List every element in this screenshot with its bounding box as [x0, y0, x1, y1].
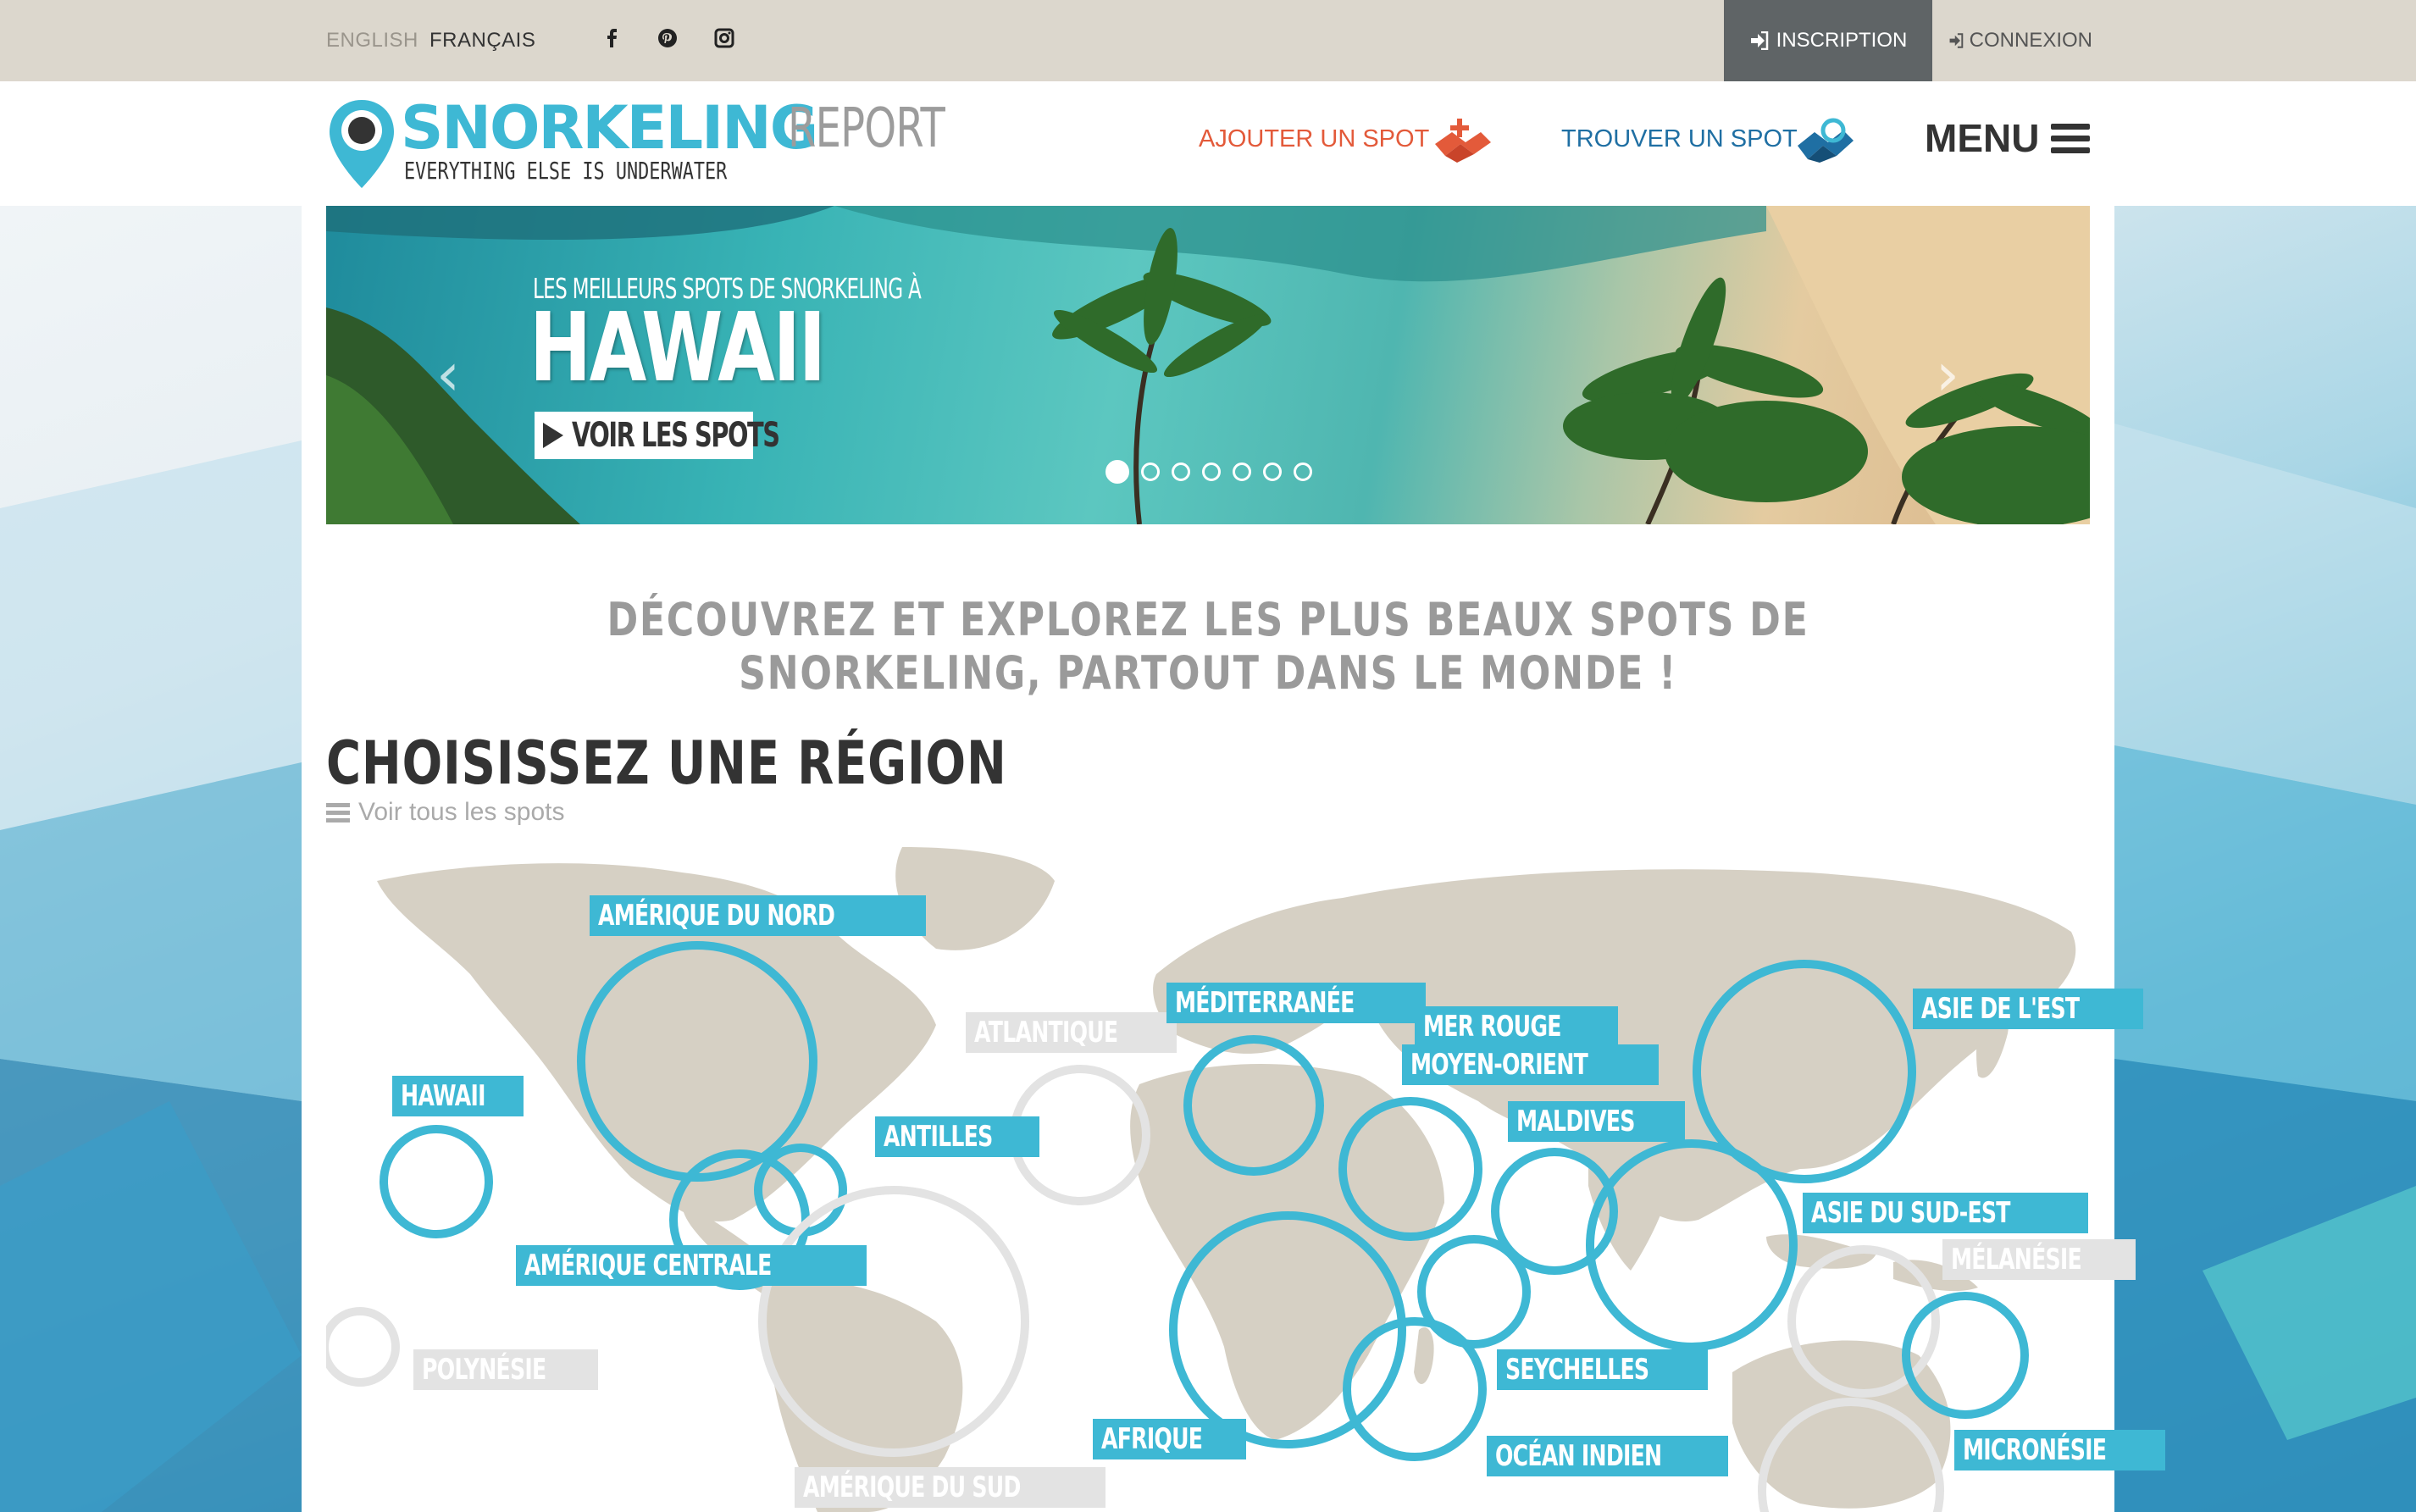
region-circle-polynesie[interactable] [326, 1307, 400, 1387]
see-spots-label: VOIR LES SPOTS [572, 416, 780, 455]
inscription-button[interactable]: INSCRIPTION [1724, 0, 1932, 81]
play-icon [543, 423, 563, 448]
region-label-micronesie[interactable]: MICRONÉSIE [1954, 1430, 2165, 1470]
region-label-text: MER ROUGE [1423, 1010, 1561, 1044]
region-label-polynesie[interactable]: POLYNÉSIE [413, 1349, 598, 1390]
see-all-spots-link[interactable]: Voir tous les spots [326, 798, 564, 827]
instagram-icon[interactable] [712, 25, 737, 51]
slider-dot[interactable] [1233, 462, 1251, 481]
world-map-graphic [326, 847, 2076, 1512]
slider-dot[interactable] [1263, 462, 1282, 481]
menu-label: MENU [1925, 116, 2040, 160]
region-label-text: ANTILLES [884, 1120, 993, 1154]
slider-dots [1105, 460, 1312, 484]
list-icon [326, 803, 350, 822]
intro-tagline: DÉCOUVREZ ET EXPLOREZ LES PLUS BEAUX SPO… [607, 593, 1809, 700]
region-label-text: MOYEN-ORIENT [1410, 1048, 1588, 1082]
logo-main-text: SNORKELING [401, 93, 818, 163]
hero-slider[interactable]: LES MEILLEURS SPOTS DE SNORKELING À HAWA… [326, 206, 2090, 524]
logo-tagline: EVERYTHING ELSE IS UNDERWATER [404, 157, 728, 185]
region-circle-ocean-indien[interactable] [1343, 1317, 1487, 1461]
region-label-ocean-indien[interactable]: OCÉAN INDIEN [1487, 1436, 1729, 1476]
region-label-moyen-orient[interactable]: MOYEN-ORIENT [1402, 1044, 1659, 1085]
see-all-label: Voir tous les spots [358, 798, 565, 826]
top-bar: ENGLISH FRANÇAIS INSCRIPTION CONNEXION [0, 0, 2416, 81]
menu-button[interactable]: MENU [1925, 115, 2091, 161]
region-label-atlantique[interactable]: ATLANTIQUE [966, 1012, 1177, 1053]
region-label-text: AMÉRIQUE DU NORD [598, 899, 835, 933]
slider-dot[interactable] [1105, 460, 1129, 484]
region-label-amerique-nord[interactable]: AMÉRIQUE DU NORD [590, 895, 927, 936]
slider-dot[interactable] [1294, 462, 1312, 481]
slider-prev-arrow[interactable]: ‹ [436, 340, 460, 409]
find-spot-icon[interactable] [1794, 114, 1857, 164]
hamburger-icon [2051, 124, 2091, 153]
facebook-icon[interactable] [600, 25, 625, 51]
region-label-text: OCÉAN INDIEN [1495, 1439, 1662, 1473]
region-label-mediterranee[interactable]: MÉDITERRANÉE [1166, 983, 1426, 1023]
site-logo[interactable]: SNORKELING REPORT EVERYTHING ELSE IS UND… [326, 93, 945, 195]
sign-in-icon [1750, 31, 1768, 50]
inscription-label: INSCRIPTION [1776, 29, 1908, 52]
add-spot-icon[interactable] [1432, 114, 1494, 164]
region-label-text: MICRONÉSIE [1963, 1433, 2107, 1467]
region-label-text: ASIE DE L'EST [1921, 992, 2080, 1026]
lang-english-link[interactable]: ENGLISH [326, 29, 418, 53]
region-label-seychelles[interactable]: SEYCHELLES [1497, 1349, 1708, 1390]
region-label-text: AMÉRIQUE CENTRALE [524, 1249, 772, 1282]
region-label-amerique-centrale[interactable]: AMÉRIQUE CENTRALE [516, 1245, 867, 1286]
world-map: AMÉRIQUE DU NORD HAWAII ANTILLES AMÉRIQU… [326, 847, 2165, 1512]
see-spots-button[interactable]: VOIR LES SPOTS [535, 412, 780, 459]
region-label-hawaii[interactable]: HAWAII [392, 1076, 524, 1116]
find-spot-link[interactable]: TROUVER UN SPOT [1561, 125, 1798, 153]
region-label-text: ATLANTIQUE [974, 1016, 1118, 1050]
region-label-text: SEYCHELLES [1505, 1353, 1649, 1387]
slider-dot[interactable] [1172, 462, 1190, 481]
region-label-amerique-sud[interactable]: AMÉRIQUE DU SUD [795, 1467, 1105, 1508]
region-label-melanesie[interactable]: MÉLANÉSIE [1942, 1239, 2136, 1280]
region-label-text: POLYNÉSIE [422, 1353, 546, 1387]
region-label-text: MALDIVES [1516, 1105, 1635, 1138]
region-label-afrique[interactable]: AFRIQUE [1093, 1419, 1247, 1459]
region-label-asie-est[interactable]: ASIE DE L'EST [1913, 989, 2143, 1029]
sign-in-icon [1949, 33, 1964, 48]
region-label-text: ASIE DU SUD-EST [1811, 1196, 2010, 1230]
connexion-label: CONNEXION [1969, 29, 2092, 52]
connexion-button[interactable]: CONNEXION [1948, 0, 2092, 81]
pinterest-icon[interactable] [655, 25, 680, 51]
section-title: CHOISISSEZ UNE RÉGION [326, 728, 1007, 798]
region-label-mer-rouge[interactable]: MER ROUGE [1415, 1006, 1618, 1047]
slide-title: HAWAII [529, 293, 826, 403]
region-label-maldives[interactable]: MALDIVES [1508, 1101, 1685, 1142]
slider-next-arrow[interactable]: › [1936, 340, 1959, 409]
region-label-asie-sud-est[interactable]: ASIE DU SUD-EST [1803, 1193, 2089, 1233]
logo-report-text: REPORT [788, 97, 945, 160]
region-label-text: HAWAII [401, 1079, 486, 1113]
slider-dot[interactable] [1141, 462, 1160, 481]
region-label-antilles[interactable]: ANTILLES [875, 1116, 1039, 1157]
map-pin-icon [330, 100, 394, 188]
region-circle-hawaii[interactable] [380, 1125, 493, 1238]
lang-french-link[interactable]: FRANÇAIS [429, 29, 535, 53]
region-label-text: MÉLANÉSIE [1951, 1243, 2082, 1277]
add-spot-link[interactable]: AJOUTER UN SPOT [1199, 125, 1429, 153]
region-label-text: AMÉRIQUE DU SUD [803, 1470, 1021, 1504]
slider-dot[interactable] [1202, 462, 1221, 481]
region-label-text: MÉDITERRANÉE [1175, 986, 1355, 1020]
region-label-text: AFRIQUE [1101, 1422, 1203, 1456]
